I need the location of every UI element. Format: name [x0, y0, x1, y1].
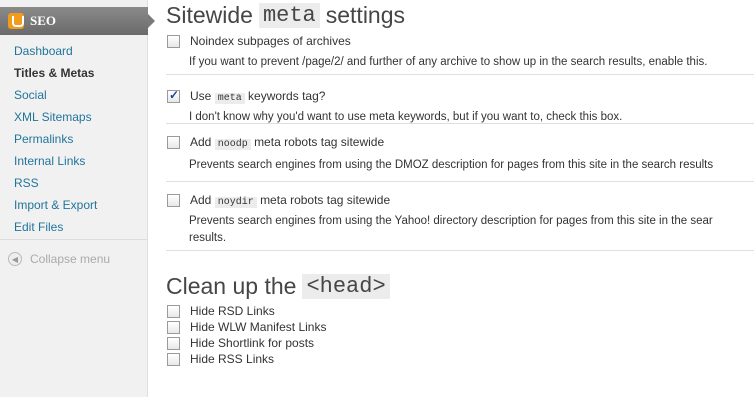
label-pre: Use	[190, 88, 212, 103]
cleanup-head-heading: Clean up the <head>	[166, 268, 754, 304]
collapse-menu-label: Collapse menu	[30, 252, 111, 266]
setting-noodp: Add noodp meta robots tag sitewide Preve…	[166, 124, 754, 182]
option-hide-rss: Hide RSS Links	[166, 351, 754, 367]
sitewide-meta-heading: Sitewide meta settings	[166, 0, 754, 30]
setting-row: Noindex subpages of archives	[166, 31, 754, 51]
cleanup-options: Hide RSD Links Hide WLW Manifest Links H…	[166, 303, 754, 367]
current-menu-arrow-icon	[148, 14, 155, 28]
hide-wlw-checkbox[interactable]	[167, 320, 180, 334]
heading-code: meta	[258, 2, 320, 28]
noindex-subpages-checkbox[interactable]	[167, 34, 180, 48]
heading-text-post: settings	[325, 1, 406, 28]
option-hide-wlw: Hide WLW Manifest Links	[166, 319, 754, 335]
setting-label: Use meta keywords tag?	[190, 89, 325, 104]
option-label: Hide RSD Links	[190, 304, 275, 318]
setting-description: Prevents search engines from using the D…	[189, 159, 714, 171]
option-label: Hide RSS Links	[190, 352, 275, 366]
sidebar-item-internal-links[interactable]: Internal Links	[0, 150, 148, 172]
setting-noydir: Add noydir meta robots tag sitewide Prev…	[166, 182, 754, 251]
heading-text-pre: Clean up the	[166, 272, 297, 299]
setting-meta-keywords: Use meta keywords tag? I don't know why …	[166, 75, 754, 124]
sidebar-item-xml-sitemaps[interactable]: XML Sitemaps	[0, 106, 148, 128]
meta-keywords-checkbox[interactable]	[167, 88, 180, 103]
collapse-menu-button[interactable]: ◀ Collapse menu	[0, 239, 148, 266]
sidebar-item-social[interactable]: Social	[0, 84, 148, 106]
settings-content: Sitewide meta settings Noindex subpages …	[166, 0, 754, 397]
option-label: Hide WLW Manifest Links	[190, 320, 327, 334]
label-post: meta robots tag sitewide	[260, 192, 391, 207]
label-pre: Add	[190, 192, 212, 207]
label-code: meta	[214, 92, 245, 104]
sidebar-item-permalinks[interactable]: Permalinks	[0, 128, 148, 150]
sidebar-item-rss[interactable]: RSS	[0, 172, 148, 194]
seo-logo-icon	[8, 13, 24, 29]
setting-noindex-subpages: Noindex subpages of archives If you want…	[166, 30, 754, 75]
setting-label: Noindex subpages of archives	[190, 34, 351, 48]
heading-code: <head>	[302, 273, 390, 299]
setting-row: Use meta keywords tag?	[166, 86, 754, 106]
hide-shortlink-checkbox[interactable]	[167, 336, 180, 350]
sidebar-item-titles-metas[interactable]: Titles & Metas	[0, 62, 148, 84]
label-pre: Add	[190, 134, 212, 149]
setting-row: Add noodp meta robots tag sitewide	[166, 132, 754, 152]
label-post: meta robots tag sitewide	[254, 134, 385, 149]
setting-row: Add noydir meta robots tag sitewide	[166, 190, 754, 210]
label-code: noodp	[214, 138, 251, 150]
sidebar-item-dashboard[interactable]: Dashboard	[0, 40, 148, 62]
option-hide-rsd: Hide RSD Links	[166, 303, 754, 319]
option-hide-shortlink: Hide Shortlink for posts	[166, 335, 754, 351]
seo-submenu: Dashboard Titles & Metas Social XML Site…	[0, 40, 148, 238]
sidebar-item-edit-files[interactable]: Edit Files	[0, 216, 148, 238]
seo-menu-header[interactable]: SEO	[0, 7, 155, 35]
setting-description: If you want to prevent /page/2/ and furt…	[189, 56, 708, 68]
setting-label: Add noydir meta robots tag sitewide	[190, 193, 390, 208]
seo-menu-title: SEO	[30, 13, 57, 28]
setting-description: Prevents search engines from using the Y…	[189, 215, 713, 227]
option-label: Hide Shortlink for posts	[190, 336, 315, 350]
hide-rsd-checkbox[interactable]	[167, 304, 180, 318]
noodp-checkbox[interactable]	[167, 135, 180, 149]
label-post: keywords tag?	[248, 88, 326, 103]
setting-description-continued: results.	[189, 232, 227, 244]
admin-sidebar: SEO Dashboard Titles & Metas Social XML …	[0, 0, 155, 397]
heading-text-pre: Sitewide	[166, 1, 253, 28]
collapse-arrow-icon: ◀	[8, 252, 22, 266]
hide-rss-checkbox[interactable]	[167, 352, 180, 366]
setting-label: Add noodp meta robots tag sitewide	[190, 135, 384, 150]
noydir-checkbox[interactable]	[167, 193, 180, 207]
sidebar-item-import-export[interactable]: Import & Export	[0, 194, 148, 216]
label-code: noydir	[214, 196, 257, 208]
